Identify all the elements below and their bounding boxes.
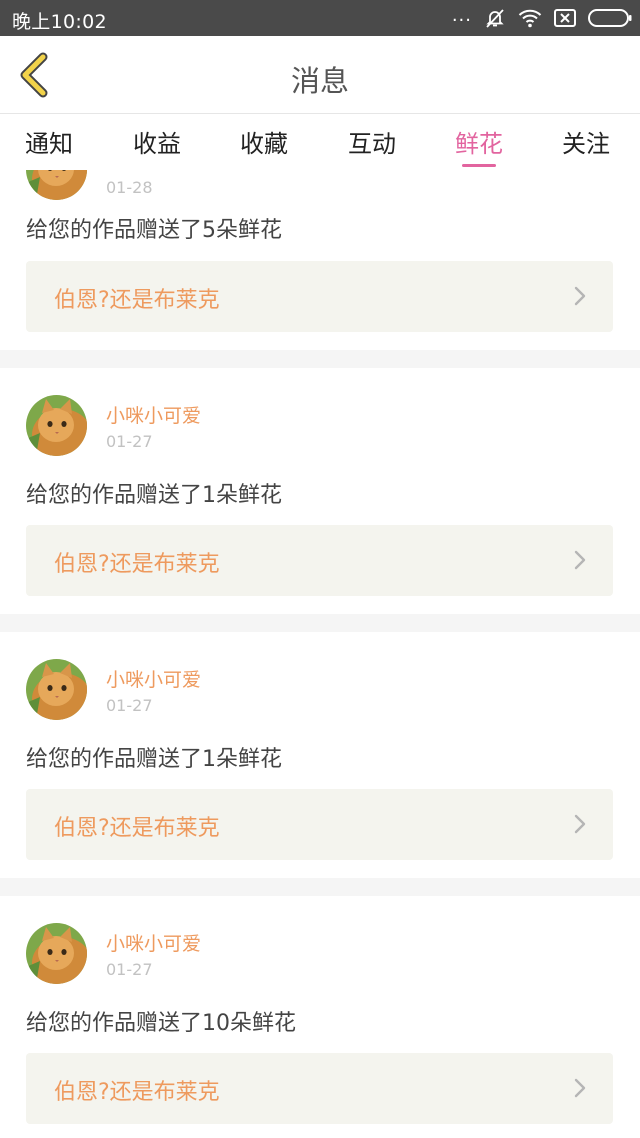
tab-earnings[interactable]: 收益: [133, 124, 181, 168]
message-date: 01-27: [106, 960, 153, 979]
tab-label: 收藏: [240, 130, 288, 158]
tab-interactions[interactable]: 互动: [348, 124, 396, 168]
avatar[interactable]: [26, 170, 87, 200]
message-card: 小咪小可爱 01-27 给您的作品赠送了1朵鲜花 伯恩?还是布莱克: [0, 368, 640, 614]
tab-label: 鲜花: [455, 130, 503, 158]
status-time: 晚上10:02: [12, 11, 107, 33]
work-title: 伯恩?还是布莱克: [54, 1080, 220, 1105]
chevron-right-icon: [574, 814, 586, 834]
cat-avatar-icon: [26, 170, 87, 200]
tab-label: 收益: [133, 130, 181, 158]
app-header: 消息: [0, 36, 640, 114]
status-bar: 晚上10:02 ...: [0, 0, 640, 36]
message-text: 给您的作品赠送了5朵鲜花: [26, 218, 282, 243]
chevron-right-icon: [574, 286, 586, 306]
message-date: 01-27: [106, 696, 153, 715]
message-list[interactable]: 01-28 给您的作品赠送了5朵鲜花 伯恩?还是布莱克 小咪小可爱 01-27 …: [0, 170, 640, 1138]
cat-avatar-icon: [26, 923, 87, 984]
username[interactable]: 小咪小可爱: [106, 665, 201, 692]
cat-avatar-icon: [26, 659, 87, 720]
work-link[interactable]: 伯恩?还是布莱克: [26, 261, 613, 332]
tab-bar: 通知 收益 收藏 互动 鲜花 关注: [0, 114, 640, 170]
status-dots: ...: [451, 4, 472, 26]
wifi-icon: [518, 9, 542, 28]
tab-label: 关注: [562, 130, 610, 158]
avatar[interactable]: [26, 395, 87, 456]
status-icons: ...: [451, 4, 632, 30]
tab-label: 通知: [25, 130, 73, 158]
message-text: 给您的作品赠送了10朵鲜花: [26, 1011, 296, 1036]
tab-flowers[interactable]: 鲜花: [455, 124, 503, 168]
message-date: 01-27: [106, 432, 153, 451]
tab-notifications[interactable]: 通知: [25, 124, 73, 168]
battery-icon: [588, 9, 632, 27]
message-card: 01-28 给您的作品赠送了5朵鲜花 伯恩?还是布莱克: [0, 170, 640, 350]
work-link[interactable]: 伯恩?还是布莱克: [26, 1053, 613, 1124]
message-card: 小咪小可爱 01-27 给您的作品赠送了10朵鲜花 伯恩?还是布莱克: [0, 896, 640, 1138]
tab-follows[interactable]: 关注: [562, 124, 610, 168]
work-title: 伯恩?还是布莱克: [54, 816, 220, 841]
tab-label: 互动: [348, 130, 396, 158]
tab-favorites[interactable]: 收藏: [240, 124, 288, 168]
avatar[interactable]: [26, 659, 87, 720]
message-text: 给您的作品赠送了1朵鲜花: [26, 483, 282, 508]
cat-avatar-icon: [26, 395, 87, 456]
username[interactable]: 小咪小可爱: [106, 929, 201, 956]
work-title: 伯恩?还是布莱克: [54, 288, 220, 313]
username[interactable]: 小咪小可爱: [106, 401, 201, 428]
work-link[interactable]: 伯恩?还是布莱克: [26, 525, 613, 596]
avatar[interactable]: [26, 923, 87, 984]
chevron-right-icon: [574, 1078, 586, 1098]
message-text: 给您的作品赠送了1朵鲜花: [26, 747, 282, 772]
message-card: 小咪小可爱 01-27 给您的作品赠送了1朵鲜花 伯恩?还是布莱克: [0, 632, 640, 878]
work-link[interactable]: 伯恩?还是布莱克: [26, 789, 613, 860]
message-date: 01-28: [106, 178, 153, 197]
sim-off-icon: [554, 9, 576, 27]
work-title: 伯恩?还是布莱克: [54, 552, 220, 577]
chevron-right-icon: [574, 550, 586, 570]
page-title: 消息: [290, 64, 349, 98]
mute-bell-icon: [486, 9, 504, 28]
tab-underline: [462, 164, 496, 167]
